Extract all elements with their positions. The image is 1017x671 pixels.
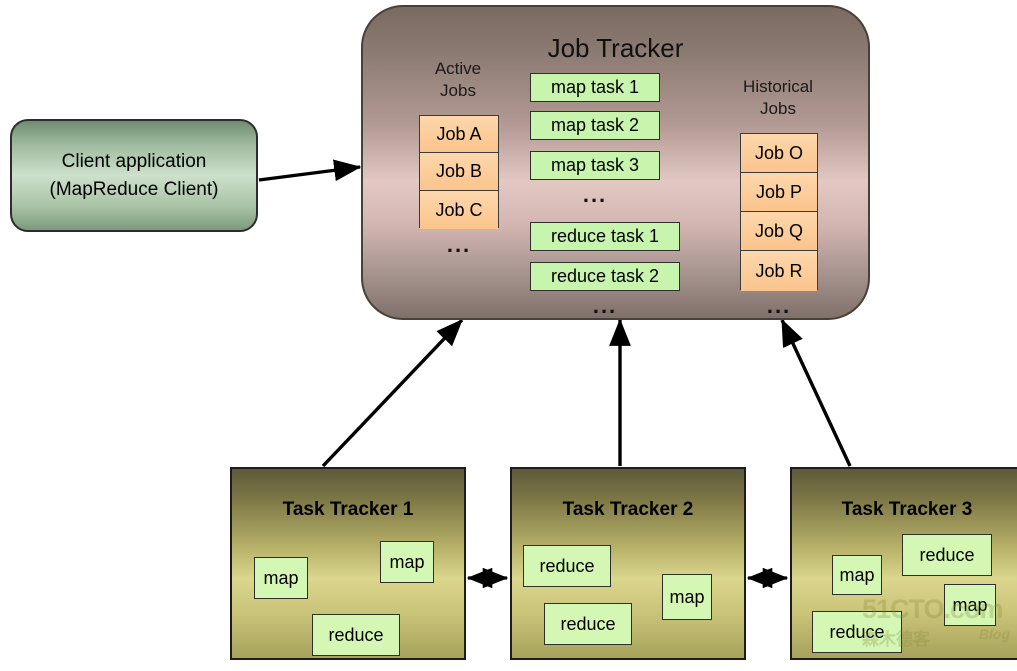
task-tracker-3-slot-reduce[interactable]: reduce	[902, 534, 992, 576]
task-tracker-1-slot-map[interactable]: map	[254, 557, 308, 599]
active-job-item[interactable]: Job B	[420, 153, 498, 191]
historical-jobs-label-line1: Historical	[743, 77, 813, 96]
task-tracker-2-slot-reduce[interactable]: reduce	[544, 603, 632, 645]
diagram-canvas: Client application (MapReduce Client) Jo…	[0, 0, 1017, 671]
reduce-tasks-ellipsis: ...	[592, 293, 618, 318]
historical-jobs-label: Historical Jobs	[722, 76, 834, 120]
client-application-label-line1: Client application	[61, 150, 207, 172]
active-jobs-label-line1: Active	[434, 59, 482, 78]
active-job-item[interactable]: Job C	[420, 191, 498, 229]
task-tracker-3-slot-reduce[interactable]: reduce	[812, 611, 902, 653]
client-application-box: Client application (MapReduce Client)	[10, 119, 258, 232]
task-tracker-2-slot-reduce[interactable]: reduce	[523, 545, 611, 587]
client-application-label-line2: (MapReduce Client)	[49, 178, 219, 200]
task-tracker-1-title: Task Tracker 1	[282, 499, 414, 520]
active-jobs-label: Active Jobs	[408, 58, 508, 102]
task-tracker-3-slot-map[interactable]: map	[944, 584, 996, 626]
task-tracker-3-title: Task Tracker 3	[841, 499, 973, 520]
task-tracker-1-slot-map[interactable]: map	[380, 541, 434, 583]
historical-job-item[interactable]: Job P	[741, 173, 817, 212]
reduce-task-item[interactable]: reduce task 2	[530, 262, 680, 291]
arrow-tasktracker1-to-jobtracker	[321, 318, 464, 468]
task-tracker-2-slot-map[interactable]: map	[662, 574, 712, 620]
task-tracker-3-slot-map[interactable]: map	[832, 555, 882, 595]
active-jobs-ellipsis: ...	[446, 232, 472, 257]
arrow-tasktracker3-to-jobtracker	[780, 318, 852, 467]
historical-jobs-label-line2: Jobs	[760, 99, 796, 119]
map-tasks-ellipsis: ...	[582, 182, 608, 207]
task-tracker-2-box: Task Tracker 2 reduce map reduce	[510, 467, 746, 660]
map-task-item[interactable]: map task 2	[530, 111, 660, 140]
active-jobs-label-line2: Jobs	[440, 81, 476, 101]
reduce-task-item[interactable]: reduce task 1	[530, 222, 680, 251]
historical-job-item[interactable]: Job R	[741, 251, 817, 291]
task-tracker-1-slot-reduce[interactable]: reduce	[312, 614, 400, 656]
historical-job-item[interactable]: Job Q	[741, 212, 817, 251]
task-tracker-3-box: Task Tracker 3 map reduce map reduce	[790, 467, 1017, 660]
map-task-item[interactable]: map task 1	[530, 73, 660, 102]
active-job-item[interactable]: Job A	[420, 116, 498, 153]
historical-job-item[interactable]: Job O	[741, 134, 817, 173]
map-task-item[interactable]: map task 3	[530, 151, 660, 180]
task-tracker-1-box: Task Tracker 1 map map reduce	[230, 467, 466, 660]
active-jobs-stack: Job A Job B Job C	[419, 115, 499, 229]
historical-jobs-stack: Job O Job P Job Q Job R	[740, 133, 818, 291]
arrow-client-to-jobtracker	[258, 159, 362, 182]
task-tracker-2-title: Task Tracker 2	[562, 499, 694, 520]
historical-jobs-ellipsis: ...	[766, 293, 792, 318]
